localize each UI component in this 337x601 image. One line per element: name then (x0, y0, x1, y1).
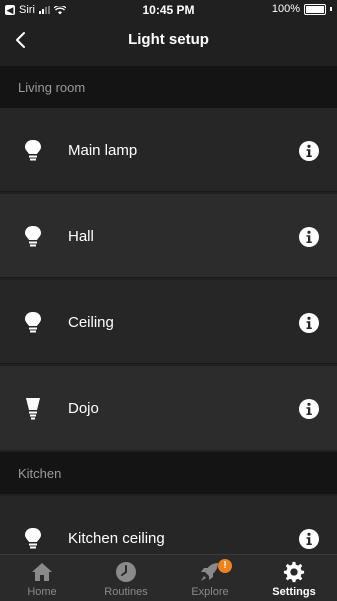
battery-percent: 100% (271, 3, 300, 15)
light-row-ceiling[interactable]: Ceiling (0, 280, 337, 364)
status-right: 100% (272, 3, 332, 15)
info-icon[interactable] (298, 312, 320, 334)
section-header-label: Living room (18, 80, 86, 95)
row-divider (0, 277, 337, 278)
section-header-kitchen: Kitchen (0, 452, 337, 494)
gear-icon (283, 561, 305, 583)
light-label: Main lamp (68, 142, 138, 159)
tab-label: Explore (191, 586, 229, 598)
info-icon[interactable] (298, 528, 320, 550)
light-label: Ceiling (68, 314, 114, 331)
row-divider (0, 363, 337, 364)
info-icon[interactable] (298, 140, 320, 162)
tab-settings[interactable]: Settings (252, 555, 336, 601)
clock-icon (116, 562, 136, 582)
bulb-icon (25, 312, 41, 333)
light-row-dojo[interactable]: Dojo (0, 366, 337, 450)
tab-bar: Home Routines ! Explore Settings (0, 554, 337, 601)
light-label: Kitchen ceiling (68, 530, 165, 547)
info-icon[interactable] (298, 226, 320, 248)
section-header-living-room: Living room (0, 66, 337, 108)
row-divider (0, 191, 337, 192)
tab-routines[interactable]: Routines (84, 555, 168, 601)
notification-badge: ! (218, 559, 232, 573)
tab-label: Home (27, 586, 57, 598)
light-label: Dojo (68, 400, 99, 417)
tab-home[interactable]: Home (0, 555, 84, 601)
battery-icon (304, 3, 326, 15)
bulb-icon (25, 140, 41, 161)
tab-label: Routines (104, 586, 148, 598)
section-header-label: Kitchen (18, 466, 62, 481)
light-row-main-lamp[interactable]: Main lamp (0, 108, 337, 192)
light-label: Hall (68, 228, 94, 245)
tab-label: Settings (272, 586, 316, 598)
bulb-icon (25, 226, 41, 247)
light-row-hall[interactable]: Hall (0, 194, 337, 278)
battery-tip (330, 7, 332, 11)
tab-explore[interactable]: ! Explore (168, 555, 252, 601)
navigation-bar: Light setup (0, 20, 337, 64)
home-icon (32, 563, 52, 581)
info-icon[interactable] (298, 398, 320, 420)
page-title: Light setup (128, 31, 209, 48)
status-bar: ◀ Siri 10:45 PM 100% (0, 0, 337, 20)
bulb-spot-icon (26, 398, 40, 420)
bulb-icon (25, 528, 41, 549)
